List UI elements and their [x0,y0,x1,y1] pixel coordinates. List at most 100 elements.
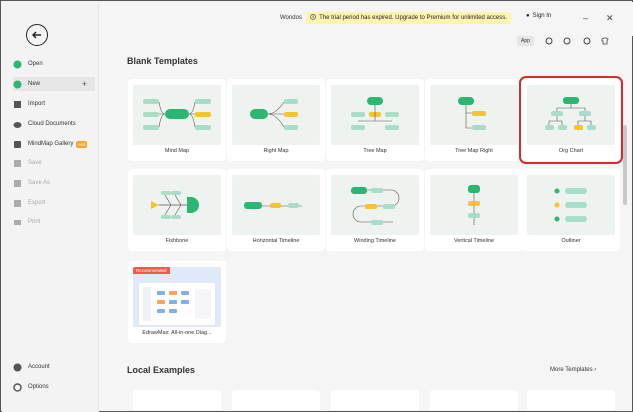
sidebar-item-label: New [28,81,41,87]
hot-badge: Hot [76,140,88,148]
template-name: Right Map [263,148,289,154]
template-winding-timeline[interactable]: Winding Timeline [326,169,424,251]
template-name: Mind Map [164,148,190,154]
app-label: App [521,38,530,44]
template-fishbone[interactable]: Fishbone [128,169,226,251]
horizontal-timeline-thumbnail [232,175,320,235]
winding-timeline-thumbnail [331,175,419,235]
template-name: Org Chart [558,148,584,154]
sidebar-item-label: Import [28,101,46,107]
mind-map-thumbnail [133,85,221,145]
chevron-right-icon: › [594,367,597,373]
org-chart-thumbnail [527,85,615,145]
trial-banner[interactable]: 🛈 The trial period has expired. Upgrade … [306,12,511,24]
sidebar-item-export[interactable]: Export [13,196,95,210]
template-horizontal-timeline[interactable]: Horizontal Timeline [227,169,325,251]
sidebar-item-label: Export [28,200,46,206]
sidebar-item-label: Account [28,364,50,370]
template-mind-map[interactable]: Mind Map [128,79,226,161]
sidebar-item-save[interactable]: Save [13,156,95,170]
more-templates-label: More Templates [550,367,593,373]
warning-icon: 🛈 [310,15,317,21]
sidebar-item-label: Options [28,384,49,390]
sidebar-item-mindmap-gallery[interactable]: MindMap Gallery Hot [13,137,95,151]
print-icon [13,218,22,227]
sidebar-item-open[interactable]: Open [13,57,95,71]
save-icon [13,159,22,168]
shirt-icon[interactable] [601,37,609,45]
recommended-badge: Recommended [133,267,170,274]
bell-icon[interactable] [545,37,553,45]
more-templates-link[interactable]: More Templates › [550,367,596,373]
example-card[interactable] [133,390,221,410]
settings-icon[interactable] [583,37,591,45]
sidebar-item-label: Print [28,219,41,225]
outliner-thumbnail [527,175,615,235]
sidebar-item-new[interactable]: New + [13,77,95,91]
example-card[interactable] [527,390,615,410]
app-button[interactable]: App [517,36,534,46]
template-name: Horizontal Timeline [252,238,300,244]
blank-templates-title: Blank Templates [127,56,198,66]
folder-icon [13,60,22,69]
example-card[interactable] [430,390,518,410]
vertical-timeline-thumbnail [430,175,518,235]
sign-in-button[interactable]: ● Sign In [526,13,551,19]
sign-in-label: Sign In [532,13,552,19]
tree-map-right-thumbnail [430,85,518,145]
template-name: EdrawMax: All-in-one Diag... [142,330,212,336]
title-bar: Wondos 🛈 The trial period has expired. U… [99,2,633,36]
sidebar-item-label: MindMap Gallery [28,141,74,147]
minimize-icon[interactable]: – [583,13,588,23]
sidebar-item-import[interactable]: Import [13,97,95,111]
user-icon: ● [526,13,530,19]
account-icon [13,363,22,372]
sidebar-item-label: Save As [28,180,51,186]
sidebar-item-label: Open [28,61,43,67]
arrow-left-icon [32,31,41,39]
options-icon [13,382,22,392]
template-name: Winding Timeline [354,238,396,244]
template-vertical-timeline[interactable]: Vertical Timeline [425,169,523,251]
gallery-icon [13,140,22,149]
template-name: Tree Map Right [455,148,493,154]
template-name: Fishbone [165,238,189,244]
template-name: Vertical Timeline [453,238,495,244]
sidebar-item-label: Save [28,160,42,166]
brand-label: Wondos [280,15,302,21]
sidebar-item-print[interactable]: Print [13,215,95,229]
trial-text: The trial period has expired. Upgrade to… [319,15,507,21]
back-button[interactable] [26,24,48,46]
right-map-thumbnail [232,85,320,145]
sidebar-item-options[interactable]: Options [13,380,95,394]
export-icon [13,199,22,208]
app-window: Open New + Import Cloud Documents MindMa… [0,0,633,412]
close-icon[interactable]: ✕ [606,13,614,24]
example-card[interactable] [232,390,320,410]
plus-icon[interactable]: + [82,79,87,89]
example-card[interactable] [331,390,419,410]
local-examples-title: Local Examples [127,365,196,375]
new-icon [13,80,22,89]
cloud-icon [13,120,22,129]
template-org-chart[interactable]: Org Chart [519,76,623,164]
tree-map-thumbnail [331,85,419,145]
template-edrawmax[interactable]: Recommended EdrawMax: All-in-one Diag... [128,261,226,343]
sidebar-item-account[interactable]: Account [13,360,95,374]
scrollbar-thumb[interactable] [623,125,627,205]
template-tree-map[interactable]: Tree Map [326,79,424,161]
fishbone-thumbnail [133,175,221,235]
save-as-icon [13,179,22,188]
sidebar-item-cloud-documents[interactable]: Cloud Documents [13,117,95,131]
template-name: Outliner [561,238,581,244]
edrawmax-thumbnail: Recommended [133,267,221,327]
sidebar-item-label: Cloud Documents [28,121,76,127]
sidebar: Open New + Import Cloud Documents MindMa… [2,2,99,412]
template-tree-map-right[interactable]: Tree Map Right [425,79,523,161]
template-name: Tree Map [363,148,387,154]
template-right-map[interactable]: Right Map [227,79,325,161]
template-outliner[interactable]: Outliner [522,169,620,251]
help-icon[interactable] [563,37,571,45]
sidebar-item-save-as[interactable]: Save As [13,176,95,190]
scrollbar[interactable] [623,49,627,409]
